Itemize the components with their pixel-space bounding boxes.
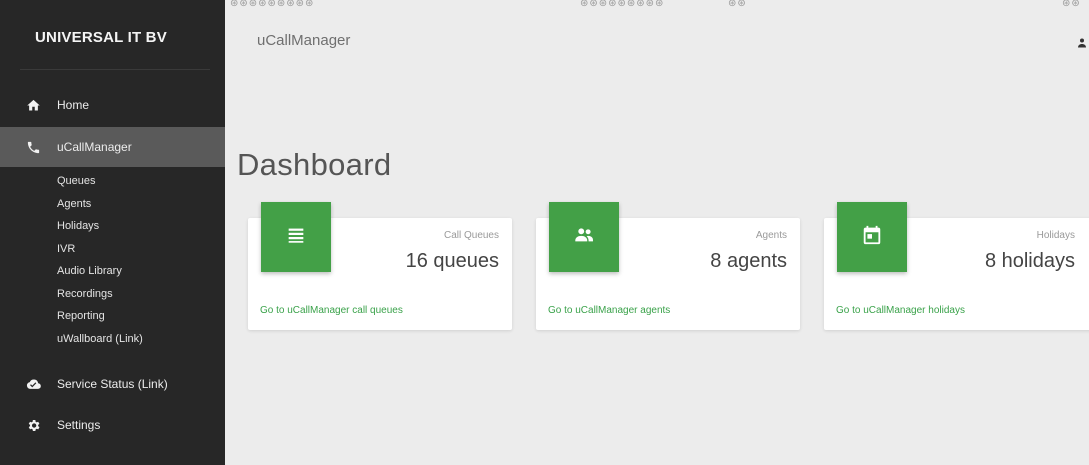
sidebar-item-settings[interactable]: Settings (0, 405, 225, 445)
sidebar-item-label: Settings (57, 418, 101, 432)
submenu-item-queues[interactable]: Queues (57, 170, 143, 193)
sidebar: UNIVERSAL IT BV Home uCallManager Queues… (0, 0, 225, 465)
submenu-item-holidays[interactable]: Holidays (57, 215, 143, 238)
card-icon-tile (837, 202, 907, 272)
holidays-link[interactable]: Go to uCallManager holidays (836, 305, 965, 316)
list-icon (285, 224, 307, 251)
sidebar-item-label: uCallManager (57, 140, 132, 154)
user-icon[interactable] (1076, 36, 1088, 48)
submenu-item-agents[interactable]: Agents (57, 193, 143, 216)
holidays-card: Holidays 8 holidays Go to uCallManager h… (824, 202, 1089, 330)
gear-icon (25, 417, 41, 433)
sidebar-item-service-status[interactable]: Service Status (Link) (0, 364, 225, 404)
call-queues-link[interactable]: Go to uCallManager call queues (260, 305, 403, 316)
sidebar-item-label: Service Status (Link) (57, 377, 168, 391)
submenu-item-uwallboard[interactable]: uWallboard (Link) (57, 328, 143, 351)
people-icon (573, 224, 595, 251)
card-icon-tile (261, 202, 331, 272)
cloud-check-icon (25, 376, 41, 392)
calendar-icon (861, 224, 883, 251)
submenu-item-reporting[interactable]: Reporting (57, 305, 143, 328)
card-label: Holidays (1036, 230, 1075, 241)
home-icon (25, 97, 41, 113)
card-label: Call Queues (443, 230, 499, 241)
agents-card: Agents 8 agents Go to uCallManager agent… (536, 202, 800, 330)
submenu-item-ivr[interactable]: IVR (57, 238, 143, 261)
sidebar-item-ucallmanager[interactable]: uCallManager (0, 127, 225, 167)
call-queues-card: Call Queues 16 queues Go to uCallManager… (248, 202, 512, 330)
brand-divider (20, 69, 210, 70)
card-icon-tile (549, 202, 619, 272)
card-value: 8 holidays (984, 250, 1075, 272)
ucallmanager-submenu: Queues Agents Holidays IVR Audio Library… (57, 170, 143, 350)
top-decoration-strip: ⊛⊛⊛⊛⊛⊛⊛⊛⊛ ⊛⊛⊛⊛⊛⊛⊛⊛⊛ ⊛⊛ ⊛⊛ (230, 0, 1081, 9)
phone-icon (25, 139, 41, 155)
app-title: uCallManager (257, 32, 351, 49)
card-value: 16 queues (405, 250, 499, 272)
submenu-item-recordings[interactable]: Recordings (57, 283, 143, 306)
agents-link[interactable]: Go to uCallManager agents (548, 305, 670, 316)
brand-name: UNIVERSAL IT BV (35, 29, 167, 46)
card-value: 8 agents (710, 250, 787, 272)
card-label: Agents (755, 230, 787, 241)
sidebar-item-home[interactable]: Home (0, 85, 225, 125)
sidebar-item-label: Home (57, 98, 90, 112)
page-title: Dashboard (237, 146, 392, 182)
submenu-item-audio-library[interactable]: Audio Library (57, 260, 143, 283)
